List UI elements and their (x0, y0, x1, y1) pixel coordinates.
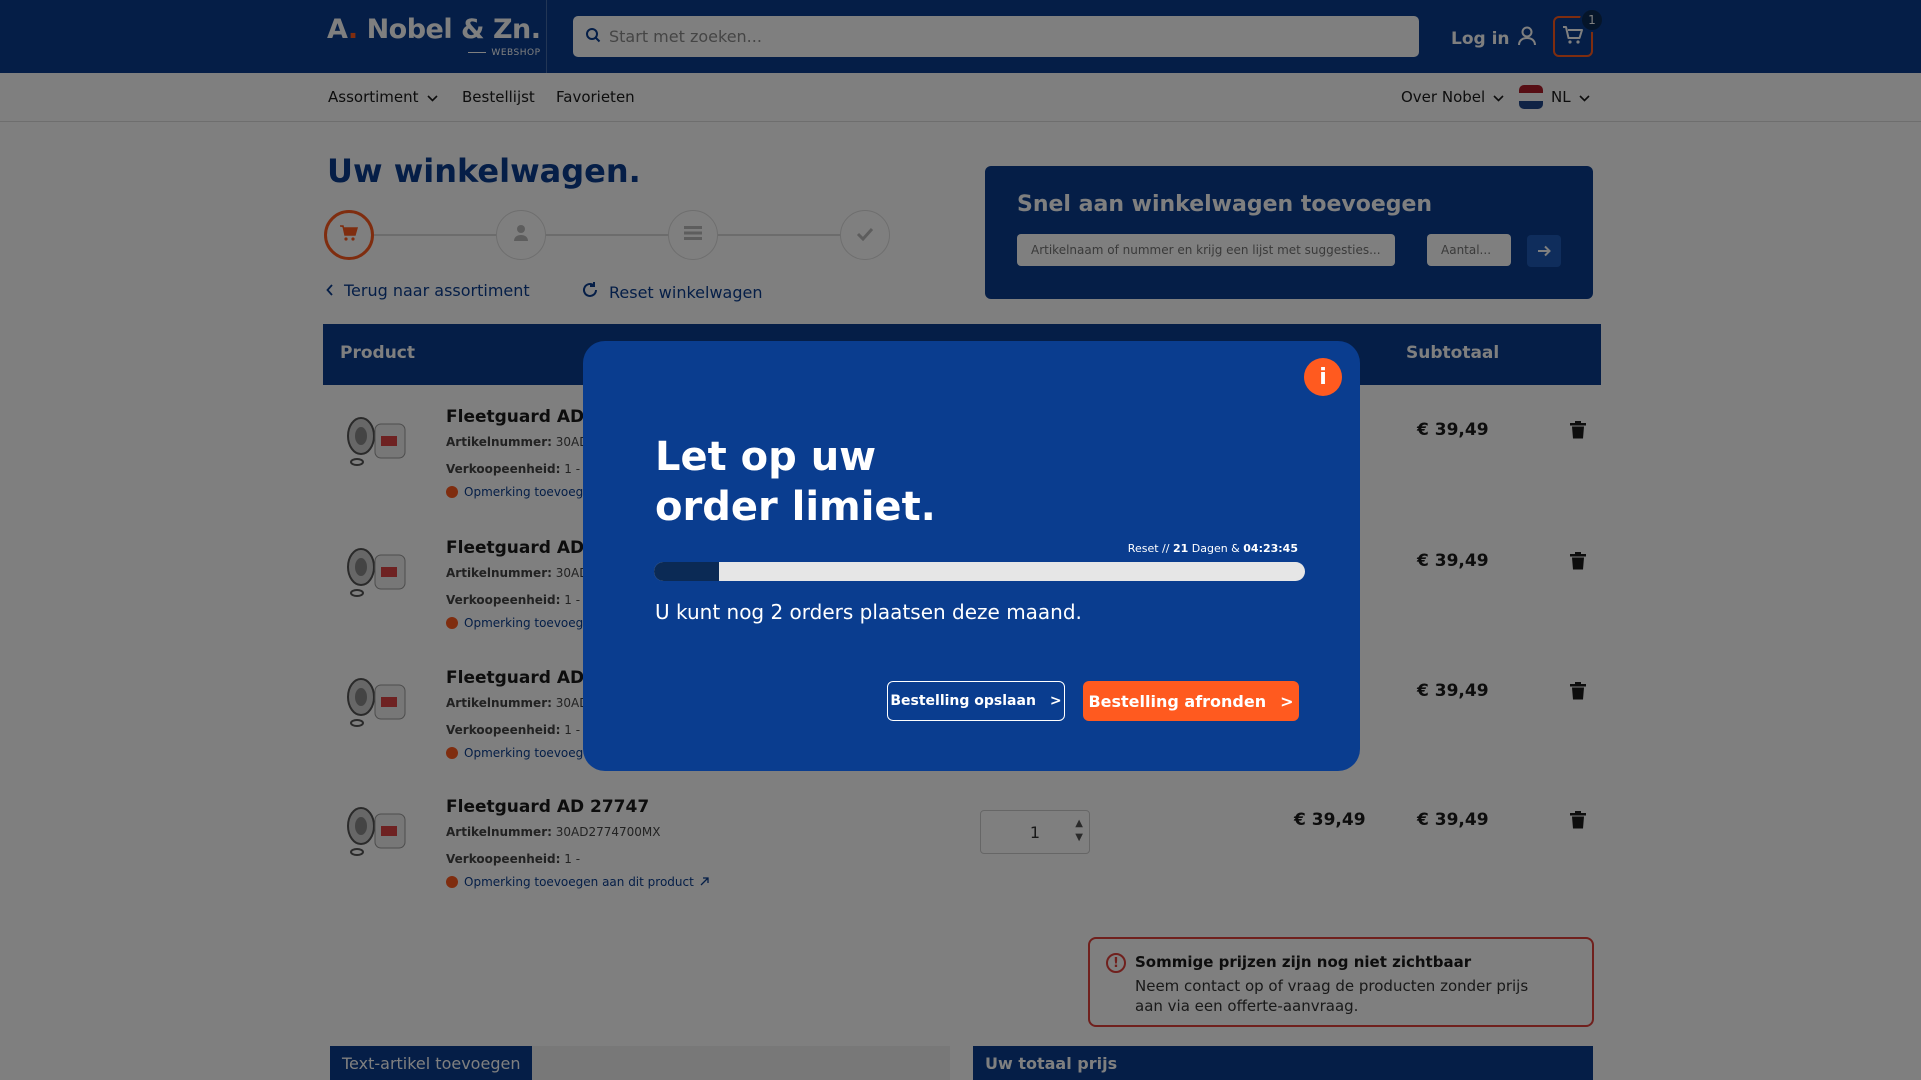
save-order-label: Bestelling opslaan (890, 693, 1036, 709)
progress-fill (654, 562, 720, 581)
chevron-right-icon: > (1280, 691, 1294, 711)
finish-order-label: Bestelling afronden (1088, 691, 1267, 711)
modal-title: Let op uw order limiet. (655, 434, 936, 530)
modal-message: U kunt nog 2 orders plaatsen deze maand. (655, 600, 1082, 624)
chevron-right-icon: > (1049, 693, 1062, 709)
finish-order-button[interactable]: Bestelling afronden > (1083, 681, 1299, 721)
order-limit-progress (654, 562, 1305, 581)
order-limit-modal: i Let op uw order limiet. Reset // 21 Dag… (583, 341, 1360, 771)
save-order-button[interactable]: Bestelling opslaan > (887, 681, 1065, 721)
reset-countdown: Reset // 21 Dagen & 04:23:45 (1127, 542, 1298, 555)
info-icon: i (1304, 358, 1342, 396)
